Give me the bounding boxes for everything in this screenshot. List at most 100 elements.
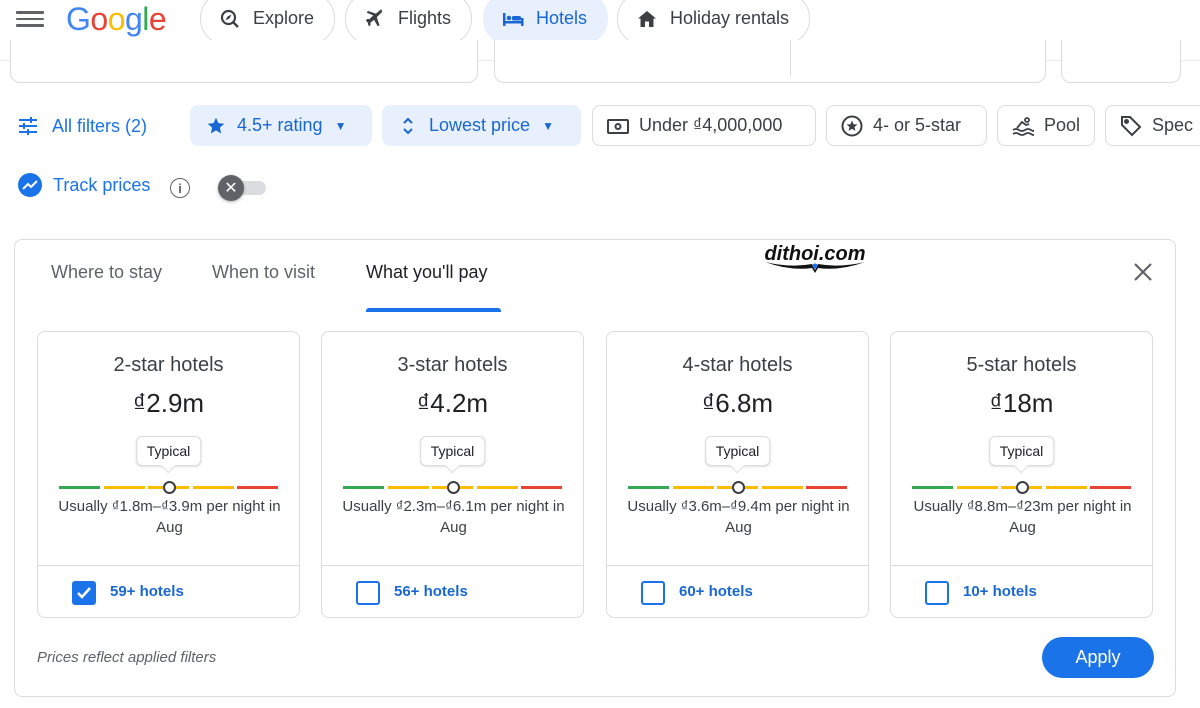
tab-where-to-stay[interactable]: Where to stay bbox=[51, 262, 162, 283]
hotel-class-checkbox[interactable] bbox=[641, 581, 665, 605]
price-filter-chip[interactable]: Under ₫4,000,000 bbox=[592, 105, 816, 146]
track-prices-label: Track prices bbox=[53, 174, 151, 195]
hotel-class-checkbox[interactable] bbox=[72, 581, 96, 605]
tab-explore[interactable]: Explore bbox=[200, 0, 336, 45]
scale-segment bbox=[672, 486, 714, 489]
typical-price-marker bbox=[446, 481, 460, 494]
checkmark-icon bbox=[77, 587, 91, 599]
scale-segment bbox=[1045, 486, 1087, 489]
watermark-logo: dithoi.com bbox=[764, 243, 866, 273]
filter-sliders-icon bbox=[18, 116, 38, 136]
sort-filter-chip[interactable]: Lowest price ▼ bbox=[382, 105, 581, 146]
card-price: ₫18m bbox=[989, 388, 1054, 418]
typical-badge: Typical bbox=[704, 436, 771, 466]
star-icon bbox=[205, 115, 227, 137]
typical-badge: Typical bbox=[135, 436, 202, 466]
bed-icon bbox=[502, 8, 524, 30]
typical-price-marker bbox=[1015, 481, 1029, 494]
tab-when-to-visit[interactable]: When to visit bbox=[212, 262, 315, 283]
date-picker-field[interactable] bbox=[494, 40, 1046, 83]
card-divider bbox=[607, 565, 868, 566]
scale-segment bbox=[806, 486, 847, 489]
scale-segment bbox=[1090, 486, 1131, 489]
all-filters-label: All filters (2) bbox=[52, 115, 148, 136]
hotel-count[interactable]: 60+ hotels bbox=[679, 583, 753, 600]
tab-flights[interactable]: Flights bbox=[345, 0, 473, 45]
tab-what-youll-pay[interactable]: What you'll pay bbox=[366, 262, 488, 283]
hotel-insights-panel: Where to stay When to visit What you'll … bbox=[14, 239, 1176, 697]
card-title: 5-star hotels bbox=[966, 354, 1077, 376]
typical-badge: Typical bbox=[419, 436, 486, 466]
hotel-class-checkbox[interactable] bbox=[925, 581, 949, 605]
tab-hotels-label: Hotels bbox=[536, 8, 588, 28]
info-icon[interactable]: i bbox=[170, 178, 190, 198]
sort-filter-label: Lowest price bbox=[429, 115, 531, 135]
scale-segment bbox=[956, 486, 998, 489]
pool-filter-label: Pool bbox=[1044, 115, 1081, 135]
hotel-class-checkbox[interactable] bbox=[356, 581, 380, 605]
hotel-class-filter-label: 4- or 5-star bbox=[873, 115, 962, 135]
star-circle-icon bbox=[841, 115, 863, 137]
logo-letter: l bbox=[142, 1, 149, 37]
tab-holiday-rentals[interactable]: Holiday rentals bbox=[617, 0, 811, 45]
pool-icon bbox=[1012, 115, 1034, 137]
close-icon: ✕ bbox=[218, 175, 244, 201]
apply-button[interactable]: Apply bbox=[1042, 637, 1154, 678]
pool-filter-chip[interactable]: Pool bbox=[997, 105, 1095, 146]
scale-segment bbox=[103, 486, 145, 489]
scale-segment bbox=[912, 486, 953, 489]
price-filter-label: Under ₫4,000,000 bbox=[639, 115, 783, 135]
tab-hotels[interactable]: Hotels bbox=[483, 0, 609, 45]
logo-letter: e bbox=[148, 1, 167, 37]
logo-letter: o bbox=[107, 1, 126, 37]
close-icon[interactable] bbox=[1131, 260, 1155, 284]
scale-segment bbox=[59, 486, 100, 489]
all-filters-button[interactable]: All filters (2) bbox=[18, 112, 147, 140]
scale-segment bbox=[628, 486, 669, 489]
track-prices[interactable]: Track prices bbox=[18, 173, 150, 197]
hotel-count[interactable]: 59+ hotels bbox=[110, 583, 184, 600]
airplane-icon bbox=[364, 8, 386, 30]
cash-icon bbox=[607, 115, 629, 137]
hotel-class-card: 3-star hotels ₫4.2m Typical Usually ₫2.3… bbox=[321, 331, 584, 618]
scale-segment bbox=[761, 486, 803, 489]
scale-segment bbox=[192, 486, 234, 489]
active-tab-indicator bbox=[366, 308, 501, 312]
location-search-field[interactable] bbox=[10, 40, 478, 83]
hotel-count[interactable]: 56+ hotels bbox=[394, 583, 468, 600]
typical-price-marker bbox=[731, 481, 745, 494]
main-menu-icon[interactable] bbox=[16, 8, 44, 32]
card-divider bbox=[322, 565, 583, 566]
tab-explore-label: Explore bbox=[253, 8, 315, 28]
hotel-class-filter-chip[interactable]: 4- or 5-star bbox=[826, 105, 987, 146]
scale-segment bbox=[237, 486, 278, 489]
special-offers-filter-chip[interactable]: Spec bbox=[1105, 105, 1200, 146]
typical-badge: Typical bbox=[988, 436, 1055, 466]
house-icon bbox=[636, 8, 658, 30]
google-logo[interactable]: Google bbox=[66, 1, 167, 38]
special-offers-filter-label: Spec bbox=[1152, 115, 1194, 135]
card-price-range: Usually ₫1.8m–₫3.9m per night in Aug bbox=[58, 498, 281, 536]
prices-note: Prices reflect applied filters bbox=[37, 649, 217, 666]
logo-letter: g bbox=[124, 1, 143, 37]
tag-icon bbox=[1120, 115, 1142, 137]
typical-price-marker bbox=[162, 481, 176, 494]
guests-field[interactable] bbox=[1061, 40, 1181, 83]
hotel-class-card: 2-star hotels ₫2.9m Typical Usually ₫1.8… bbox=[37, 331, 300, 618]
hotel-count[interactable]: 10+ hotels bbox=[963, 583, 1037, 600]
card-divider bbox=[38, 565, 299, 566]
track-prices-toggle[interactable]: ✕ bbox=[218, 175, 266, 201]
card-price-range: Usually ₫8.8m–₫23m per night in Aug bbox=[913, 498, 1132, 536]
scale-segment bbox=[387, 486, 429, 489]
scale-segment bbox=[521, 486, 562, 489]
card-price-range: Usually ₫2.3m–₫6.1m per night in Aug bbox=[342, 498, 565, 536]
rating-filter-chip[interactable]: 4.5+ rating ▼ bbox=[190, 105, 372, 146]
logo-letter: o bbox=[90, 1, 108, 37]
rating-filter-label: 4.5+ rating bbox=[237, 115, 323, 135]
hotel-class-card: 5-star hotels ₫18m Typical Usually ₫8.8m… bbox=[890, 331, 1153, 618]
card-title: 2-star hotels bbox=[113, 354, 224, 376]
chevron-down-icon: ▼ bbox=[542, 118, 554, 133]
card-title: 3-star hotels bbox=[397, 354, 508, 376]
card-price: ₫4.2m bbox=[416, 388, 489, 418]
scale-segment bbox=[343, 486, 384, 489]
